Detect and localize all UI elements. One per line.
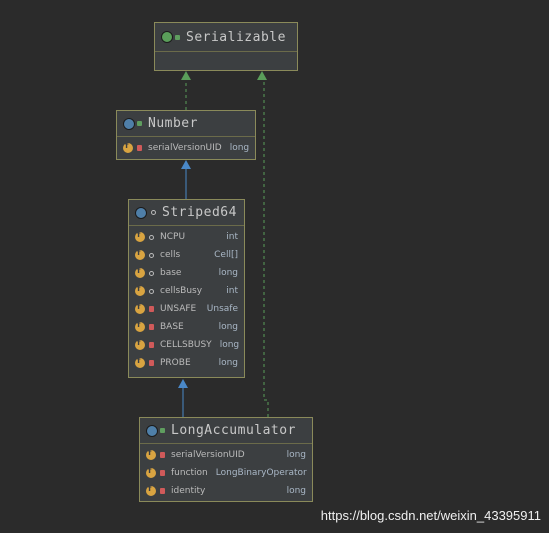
node-striped64[interactable]: Striped64 NCPU int cells Cell[] base long c… xyxy=(128,199,245,378)
field-icon xyxy=(135,302,145,314)
arrowhead-longaccumulator-striped64 xyxy=(178,379,188,388)
abstract-class-icon xyxy=(123,117,135,130)
field-type: long xyxy=(218,322,238,332)
field-icon xyxy=(135,284,145,296)
node-title: Serializable xyxy=(186,29,286,45)
private-lock-icon xyxy=(160,452,165,458)
arrowhead-longaccumulator-serializable xyxy=(257,71,267,80)
field-name: UNSAFE xyxy=(160,304,197,314)
field-icon xyxy=(135,356,145,368)
field-list: NCPU int cells Cell[] base long cellsBusy in… xyxy=(129,226,244,374)
node-serializable-header: Serializable xyxy=(155,23,297,52)
watermark-text: https://blog.csdn.net/weixin_43395911 xyxy=(320,508,541,523)
private-lock-icon xyxy=(149,324,154,330)
node-longaccumulator[interactable]: LongAccumulator serialVersionUID long fun… xyxy=(139,417,313,502)
public-visibility-icon xyxy=(137,121,142,126)
field-icon xyxy=(146,466,156,478)
field-name: NCPU xyxy=(160,232,186,242)
field-list: serialVersionUID long function LongBinaryO… xyxy=(140,444,312,502)
field-name: serialVersionUID xyxy=(171,450,245,460)
field-row: base long xyxy=(129,264,244,282)
field-name: serialVersionUID xyxy=(148,143,222,153)
field-type: long xyxy=(286,486,306,496)
field-list: serialVersionUID long xyxy=(117,137,255,159)
field-type: long xyxy=(219,340,240,350)
field-row: NCPU int xyxy=(129,228,244,246)
public-visibility-icon xyxy=(175,34,180,40)
field-name: cellsBusy xyxy=(160,286,203,296)
field-icon xyxy=(146,448,156,460)
field-icon xyxy=(135,230,145,242)
arrowhead-number-serializable xyxy=(181,71,191,80)
field-icon xyxy=(146,484,156,496)
private-lock-icon xyxy=(160,488,165,494)
abstract-class-icon xyxy=(135,206,147,219)
field-type: long xyxy=(218,268,238,278)
field-type: long xyxy=(218,358,238,368)
field-type: int xyxy=(226,232,238,242)
field-row: serialVersionUID long xyxy=(117,139,255,157)
node-title: LongAccumulator xyxy=(171,423,296,438)
private-lock-icon xyxy=(149,360,154,366)
field-row: UNSAFE Unsafe xyxy=(129,300,244,318)
field-row: cellsBusy int xyxy=(129,282,244,300)
package-visibility-icon xyxy=(151,210,156,215)
package-visibility-icon xyxy=(149,252,154,258)
node-serializable[interactable]: Serializable xyxy=(154,22,298,71)
field-name: base xyxy=(160,268,182,278)
field-row: CELLSBUSY long xyxy=(129,336,244,354)
private-lock-icon xyxy=(137,145,142,151)
field-name: cells xyxy=(160,250,181,260)
field-type: int xyxy=(226,286,238,296)
class-icon xyxy=(146,424,158,437)
node-title: Number xyxy=(148,116,198,131)
field-type: LongBinaryOperator xyxy=(215,468,307,478)
field-type: long xyxy=(286,450,306,460)
field-icon xyxy=(135,338,145,350)
public-visibility-icon xyxy=(160,428,165,433)
field-row: PROBE long xyxy=(129,354,244,372)
arrowhead-striped64-number xyxy=(181,160,191,169)
field-type: long xyxy=(229,143,250,153)
private-lock-icon xyxy=(160,470,165,476)
node-longaccumulator-header: LongAccumulator xyxy=(140,418,312,444)
interface-icon xyxy=(161,31,173,43)
field-name: CELLSBUSY xyxy=(160,340,212,350)
field-icon xyxy=(135,266,145,278)
node-number[interactable]: Number serialVersionUID long xyxy=(116,110,256,160)
node-striped64-header: Striped64 xyxy=(129,200,244,226)
field-icon xyxy=(135,248,145,260)
field-row: function LongBinaryOperator xyxy=(140,464,312,482)
field-type: Cell[] xyxy=(214,250,238,260)
field-row: cells Cell[] xyxy=(129,246,244,264)
field-name: PROBE xyxy=(160,358,191,368)
field-icon xyxy=(123,141,133,153)
field-icon xyxy=(135,320,145,332)
node-number-header: Number xyxy=(117,111,255,137)
field-name: BASE xyxy=(160,322,184,332)
private-lock-icon xyxy=(149,342,154,348)
field-name: identity xyxy=(171,486,206,496)
edge-longaccumulator-implements-serializable xyxy=(263,80,269,417)
package-visibility-icon xyxy=(149,270,154,276)
field-row: BASE long xyxy=(129,318,244,336)
node-title: Striped64 xyxy=(162,205,237,220)
field-row: identity long xyxy=(140,482,312,500)
field-type: Unsafe xyxy=(206,304,238,314)
package-visibility-icon xyxy=(149,234,154,240)
field-name: function xyxy=(171,468,208,478)
package-visibility-icon xyxy=(149,288,154,294)
private-lock-icon xyxy=(149,306,154,312)
field-row: serialVersionUID long xyxy=(140,446,312,464)
